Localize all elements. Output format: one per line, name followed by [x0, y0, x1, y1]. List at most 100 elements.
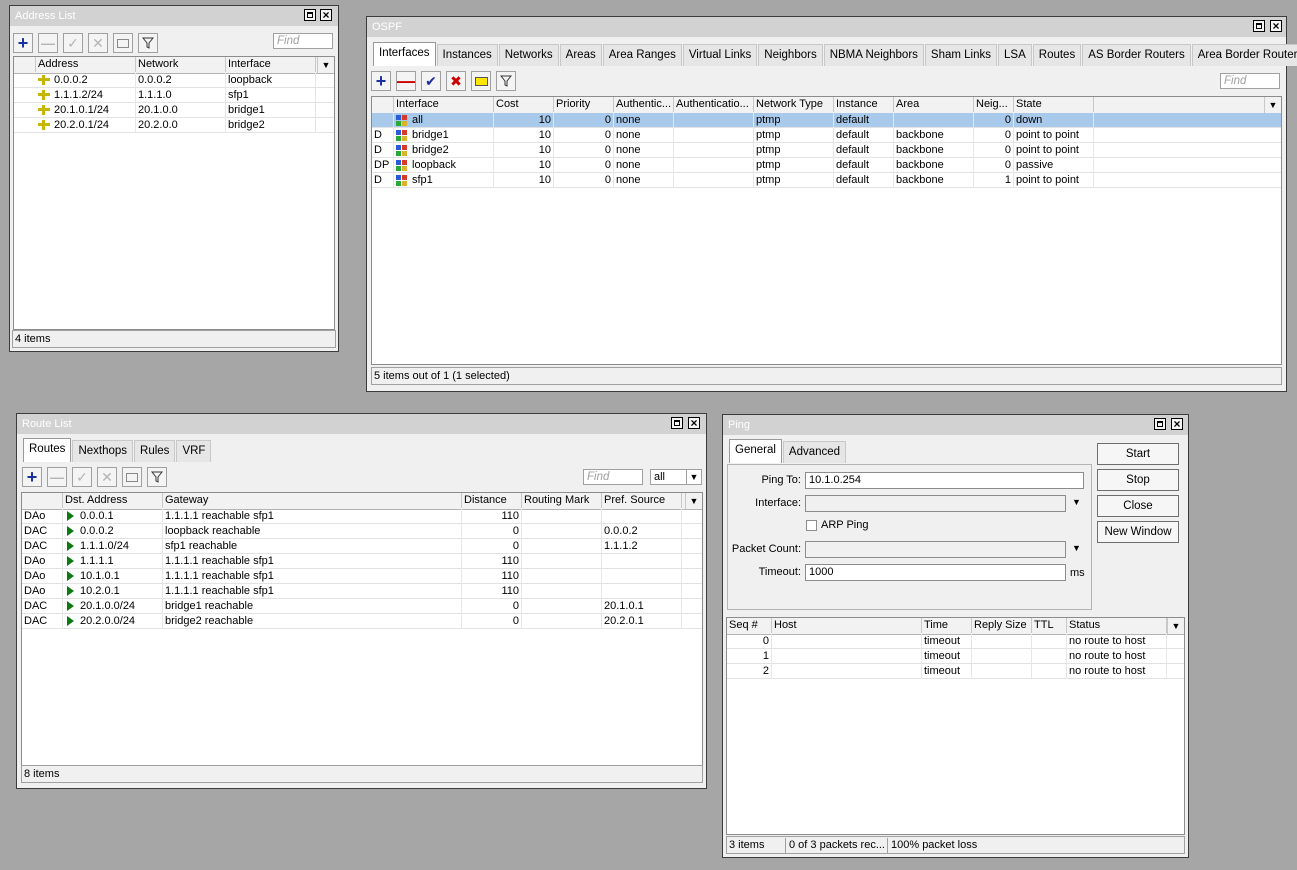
- col-interface[interactable]: Interface: [394, 97, 494, 112]
- ospf-tab-sham-links[interactable]: Sham Links: [924, 44, 998, 66]
- add-button[interactable]: +: [371, 71, 391, 91]
- table-row[interactable]: 2 timeout no route to host: [727, 664, 1184, 679]
- col-ttl[interactable]: TTL: [1032, 618, 1067, 633]
- table-row[interactable]: 20.2.0.1/24 20.2.0.0 bridge2: [14, 118, 334, 133]
- table-row[interactable]: Dsfp1 10 0 none ptmp default backbone 1 point to…: [372, 173, 1281, 188]
- add-button[interactable]: +: [22, 467, 42, 487]
- ospf-tab-virtual-links[interactable]: Virtual Links: [682, 44, 758, 66]
- ospf-tab-interfaces[interactable]: Interfaces: [373, 42, 436, 66]
- ping-window[interactable]: Ping × General Advanced Ping To: 10.1.0.2…: [722, 414, 1189, 858]
- address-list-window[interactable]: Address List × + — ✓ ✕ Find Address Netw…: [9, 5, 339, 352]
- col-status[interactable]: Status: [1067, 618, 1167, 633]
- col-authentication[interactable]: Authentic...: [614, 97, 674, 112]
- ospf-tab-neighbors[interactable]: Neighbors: [758, 44, 823, 66]
- route-tab-routes[interactable]: Routes: [23, 438, 72, 462]
- column-chooser-icon[interactable]: ▼: [317, 57, 334, 73]
- column-chooser-icon[interactable]: ▼: [1167, 618, 1184, 634]
- ping-titlebar[interactable]: Ping ×: [723, 415, 1188, 435]
- route-list-titlebar[interactable]: Route List ×: [17, 414, 706, 434]
- col-time[interactable]: Time: [922, 618, 972, 633]
- close-button[interactable]: ×: [1171, 417, 1183, 431]
- address-list-titlebar[interactable]: Address List ×: [10, 6, 338, 26]
- close-button[interactable]: ×: [320, 8, 332, 22]
- col-interface[interactable]: Interface: [226, 57, 316, 72]
- maximize-button[interactable]: [1154, 418, 1166, 430]
- add-button[interactable]: +: [13, 33, 33, 53]
- table-row[interactable]: 20.1.0.1/24 20.1.0.0 bridge1: [14, 103, 334, 118]
- timeout-input[interactable]: 1000: [805, 564, 1066, 581]
- routing-table-select[interactable]: all ▼: [650, 469, 702, 485]
- enable-button[interactable]: ✓: [63, 33, 83, 53]
- chevron-down-icon[interactable]: ▼: [1072, 497, 1081, 507]
- maximize-button[interactable]: [671, 417, 683, 429]
- table-row[interactable]: 1 timeout no route to host: [727, 649, 1184, 664]
- ospf-window[interactable]: OSPF × Interfaces Instances Networks Areas A…: [366, 16, 1297, 392]
- table-row[interactable]: DAC 0.0.0.2 loopback reachable 0 0.0.0.2: [22, 524, 702, 539]
- ping-tab-advanced[interactable]: Advanced: [782, 441, 847, 463]
- maximize-button[interactable]: [304, 9, 316, 21]
- new-window-button[interactable]: New Window: [1097, 521, 1179, 543]
- table-row[interactable]: DAo 1.1.1.1 1.1.1.1 reachable sfp1 110: [22, 554, 702, 569]
- disable-button[interactable]: ✖: [446, 71, 466, 91]
- close-button[interactable]: ×: [1270, 19, 1282, 33]
- filter-button[interactable]: [496, 71, 516, 91]
- ospf-tab-instances[interactable]: Instances: [436, 44, 498, 66]
- comment-button[interactable]: [122, 467, 142, 487]
- ospf-tab-networks[interactable]: Networks: [498, 44, 559, 66]
- ospf-tab-areas[interactable]: Areas: [559, 44, 602, 66]
- chevron-down-icon[interactable]: ▼: [1072, 543, 1081, 553]
- find-input[interactable]: Find: [273, 33, 333, 49]
- ospf-tab-as-border-routers[interactable]: AS Border Routers: [1082, 44, 1191, 66]
- arp-ping-checkbox[interactable]: [806, 520, 817, 531]
- ospf-tab-lsa[interactable]: LSA: [998, 44, 1032, 66]
- filter-button[interactable]: [147, 467, 167, 487]
- table-row[interactable]: 0 timeout no route to host: [727, 634, 1184, 649]
- col-host[interactable]: Host: [772, 618, 922, 633]
- ospf-tab-nbma-neighbors[interactable]: NBMA Neighbors: [823, 44, 924, 66]
- stop-button[interactable]: Stop: [1097, 469, 1179, 491]
- table-row[interactable]: all 10 0 none ptmp default 0 down: [372, 113, 1281, 128]
- enable-button[interactable]: ✔: [421, 71, 441, 91]
- remove-button[interactable]: —: [47, 467, 67, 487]
- comment-button[interactable]: [113, 33, 133, 53]
- ospf-tab-area-border-routers[interactable]: Area Border Routers: [1191, 44, 1297, 66]
- col-network[interactable]: Network: [136, 57, 226, 72]
- maximize-button[interactable]: [1253, 20, 1265, 32]
- table-row[interactable]: DAC 1.1.1.0/24 sfp1 reachable 0 1.1.1.2: [22, 539, 702, 554]
- table-row[interactable]: DAo 0.0.0.1 1.1.1.1 reachable sfp1 110: [22, 509, 702, 524]
- table-row[interactable]: DAC 20.2.0.0/24 bridge2 reachable 0 20.2.0.1: [22, 614, 702, 629]
- ping-tab-general[interactable]: General: [729, 439, 782, 463]
- ospf-titlebar[interactable]: OSPF ×: [367, 17, 1286, 37]
- col-authentication-key[interactable]: Authenticatio...: [674, 97, 754, 112]
- col-routing-mark[interactable]: Routing Mark: [522, 493, 602, 508]
- ping-to-input[interactable]: 10.1.0.254: [805, 472, 1084, 489]
- route-tab-rules[interactable]: Rules: [134, 440, 176, 462]
- packet-count-select[interactable]: [805, 541, 1066, 558]
- route-tab-vrf[interactable]: VRF: [176, 440, 212, 462]
- remove-button[interactable]: —: [396, 71, 416, 91]
- ospf-tab-routes[interactable]: Routes: [1032, 44, 1082, 66]
- col-priority[interactable]: Priority: [554, 97, 614, 112]
- column-chooser-icon[interactable]: ▼: [1264, 97, 1281, 113]
- col-cost[interactable]: Cost: [494, 97, 554, 112]
- table-row[interactable]: DAC 20.1.0.0/24 bridge1 reachable 0 20.1.0.1: [22, 599, 702, 614]
- col-pref-source[interactable]: Pref. Source: [602, 493, 682, 508]
- find-input[interactable]: Find: [1220, 73, 1280, 89]
- ospf-tab-area-ranges[interactable]: Area Ranges: [602, 44, 682, 66]
- col-area[interactable]: Area: [894, 97, 974, 112]
- col-instance[interactable]: Instance: [834, 97, 894, 112]
- filter-button[interactable]: [138, 33, 158, 53]
- col-neighbors[interactable]: Neig...: [974, 97, 1014, 112]
- remove-button[interactable]: —: [38, 33, 58, 53]
- route-list-window[interactable]: Route List × Routes Nexthops Rules VRF + — …: [16, 413, 707, 789]
- table-row[interactable]: Dbridge2 10 0 none ptmp default backbone 0 point…: [372, 143, 1281, 158]
- table-row[interactable]: DP loopback 10 0 none ptmp default backbone 0 pas…: [372, 158, 1281, 173]
- col-reply-size[interactable]: Reply Size: [972, 618, 1032, 633]
- comment-button[interactable]: [471, 71, 491, 91]
- col-distance[interactable]: Distance: [462, 493, 522, 508]
- table-row[interactable]: 1.1.1.2/24 1.1.1.0 sfp1: [14, 88, 334, 103]
- enable-button[interactable]: ✓: [72, 467, 92, 487]
- col-network-type[interactable]: Network Type: [754, 97, 834, 112]
- table-row[interactable]: DAo 10.1.0.1 1.1.1.1 reachable sfp1 110: [22, 569, 702, 584]
- find-input[interactable]: Find: [583, 469, 643, 485]
